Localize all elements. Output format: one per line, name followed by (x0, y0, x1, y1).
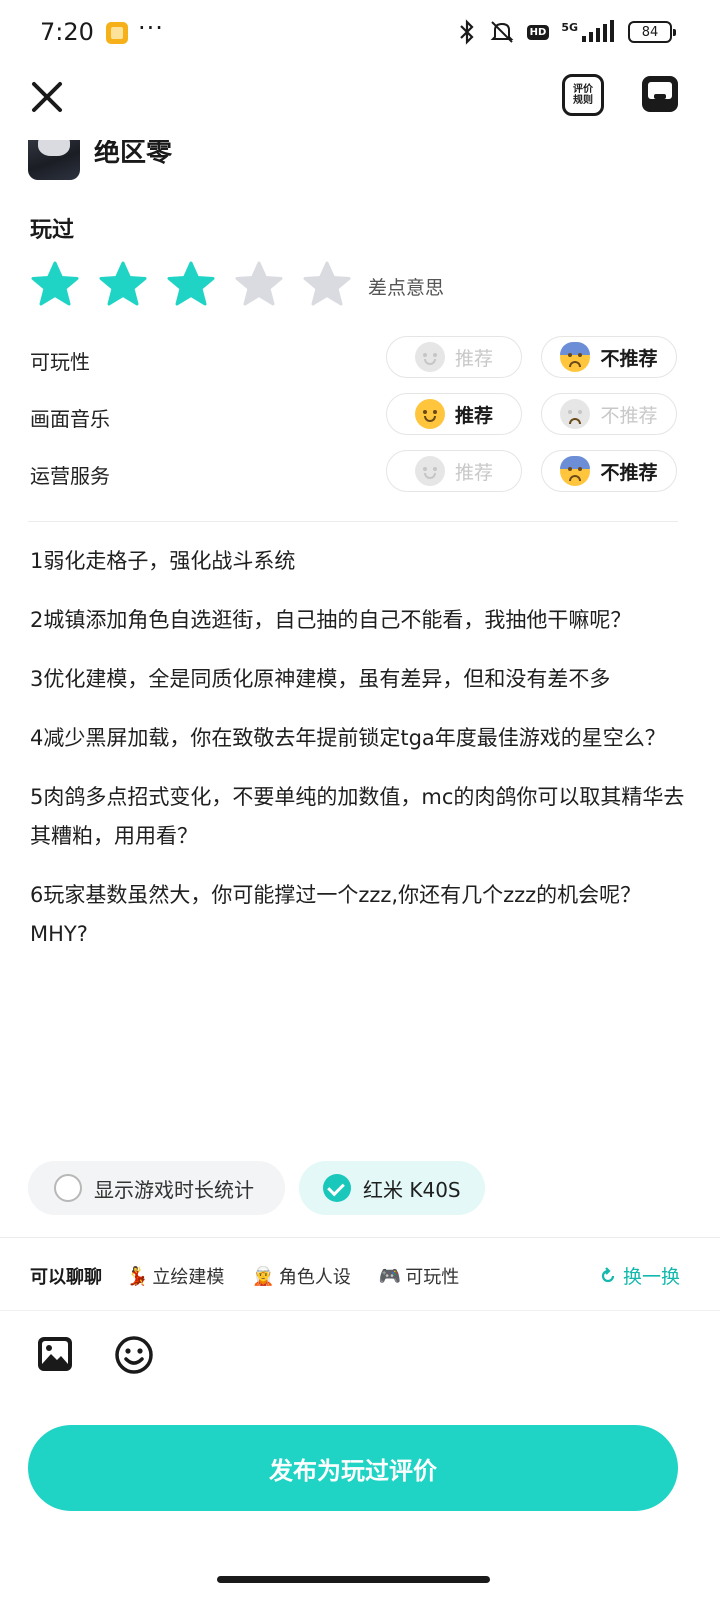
not-recommend-chip[interactable]: 不推荐 (541, 450, 677, 492)
not-recommend-label: 不推荐 (600, 461, 658, 484)
game-name: 绝区零 (94, 140, 173, 168)
mute-icon (489, 19, 515, 45)
review-paragraph: 5肉鸽多点招式变化，不要单纯的加数值，mc的肉鸽你可以取其精华去其糟粕，用用看？ (30, 785, 685, 848)
recommend-label: 推荐 (454, 404, 493, 427)
topic-label: 立绘建模 (152, 1267, 225, 1288)
recommend-chip[interactable]: 推荐 (386, 393, 522, 435)
gamepad-icon: 🎮 (378, 1265, 402, 1287)
refresh-icon (601, 1266, 615, 1282)
not-recommend-chip[interactable]: 不推荐 (541, 336, 677, 378)
smiling-face-icon (414, 399, 445, 429)
recommend-label: 推荐 (454, 461, 493, 484)
game-info: 绝区零 (28, 140, 688, 182)
review-paragraph: 6玩家基数虽然大，你可能撑过一个zzz,你还有几个zzz的机会呢？MHY? (30, 883, 642, 946)
topic-chip-playability[interactable]: 🎮 可玩性 (379, 1263, 459, 1289)
anxious-face-icon (560, 456, 591, 486)
home-indicator[interactable] (217, 1576, 490, 1583)
aspect-row-graphics-music: 画面音乐 推荐 不推荐 (0, 393, 720, 437)
radio-unchecked-icon (54, 1174, 82, 1202)
bluetooth-icon (457, 19, 477, 45)
neutral-face-icon (414, 456, 445, 486)
inbox-icon[interactable] (642, 76, 678, 112)
battery-indicator: 84 (628, 21, 676, 43)
aspect-label: 画面音乐 (30, 407, 110, 431)
review-rules-button[interactable]: 评价规则 (562, 74, 604, 116)
aspect-row-operations: 运营服务 推荐 不推荐 (0, 450, 720, 494)
show-playtime-label: 显示游戏时长统计 (94, 1177, 254, 1202)
star-filled-icon[interactable] (30, 260, 80, 310)
swap-topics-button[interactable]: 换一换 (599, 1262, 680, 1289)
close-icon (32, 82, 62, 112)
recommend-label: 推荐 (454, 347, 493, 370)
status-time: 7:20 (40, 18, 94, 46)
gallery-app-icon (106, 22, 128, 44)
image-icon[interactable] (36, 1335, 74, 1373)
star-empty-icon[interactable] (234, 260, 284, 310)
header: 评价规则 (0, 64, 720, 128)
dancer-icon: 💃 (126, 1265, 149, 1287)
aspect-label: 可玩性 (30, 350, 90, 374)
frowning-face-icon (560, 399, 591, 429)
review-paragraph: 3优化建模，全是同质化原神建模，虽有差异，但和没有差不多 (30, 667, 611, 691)
device-toggle[interactable]: 红米 K40S (299, 1161, 485, 1215)
more-dots: ··· (138, 14, 164, 42)
topic-suggestions: 可以聊聊 💃 立绘建模 🧝 角色人设 🎮 可玩性 换一换 (30, 1262, 680, 1290)
game-cover-image (28, 140, 80, 180)
topic-chip-art-modeling[interactable]: 💃 立绘建模 (126, 1263, 224, 1289)
topic-label: 可玩性 (405, 1267, 460, 1288)
close-button[interactable] (28, 78, 66, 116)
topic-label: 角色人设 (278, 1267, 351, 1288)
neutral-face-icon (414, 342, 445, 372)
status-bar: 7:20 ··· HD 5G 84 (0, 0, 720, 64)
topic-chip-character[interactable]: 🧝 角色人设 (252, 1263, 350, 1289)
not-recommend-label: 不推荐 (600, 347, 658, 370)
network-type: 5G (561, 20, 578, 34)
device-label: 红米 K40S (363, 1177, 461, 1202)
show-playtime-toggle[interactable]: 显示游戏时长统计 (28, 1161, 285, 1215)
review-text-area[interactable]: 1弱化走格子，强化战斗系统 2城镇添加角色自选逛街，自己抽的自己不能看，我抽他干… (30, 542, 685, 974)
aspect-row-playability: 可玩性 推荐 不推荐 (0, 336, 720, 380)
status-icons: HD 5G 84 (457, 18, 676, 46)
review-rules-label: 评价规则 (573, 84, 593, 106)
star-rating[interactable] (30, 260, 352, 310)
swap-label: 换一换 (622, 1266, 680, 1288)
emoji-icon[interactable] (114, 1335, 154, 1375)
played-status-label: 玩过 (30, 218, 75, 243)
person-icon: 🧝 (252, 1265, 275, 1287)
star-filled-icon[interactable] (166, 260, 216, 310)
anxious-face-icon (560, 342, 591, 372)
review-paragraph: 1弱化走格子，强化战斗系统 (30, 549, 296, 573)
rating-text: 差点意思 (368, 277, 445, 299)
not-recommend-label: 不推荐 (600, 404, 658, 427)
review-paragraph: 4减少黑屏加载，你在致敬去年提前锁定tga年度最佳游戏的星空么？ (30, 726, 666, 750)
divider (0, 1310, 720, 1311)
publish-review-button[interactable]: 发布为玩过评价 (28, 1425, 678, 1511)
review-paragraph: 2城镇添加角色自选逛街，自己抽的自己不能看，我抽他干嘛呢？ (30, 608, 632, 632)
star-empty-icon[interactable] (302, 260, 352, 310)
divider (0, 1237, 720, 1238)
check-circle-icon (323, 1174, 351, 1202)
recommend-chip[interactable]: 推荐 (386, 450, 522, 492)
hd-badge: HD (526, 24, 550, 40)
recommend-chip[interactable]: 推荐 (386, 336, 522, 378)
aspect-label: 运营服务 (30, 464, 110, 488)
topics-title: 可以聊聊 (30, 1267, 102, 1288)
not-recommend-chip[interactable]: 不推荐 (541, 393, 677, 435)
divider (28, 521, 678, 522)
signal-icon (582, 20, 616, 44)
star-filled-icon[interactable] (98, 260, 148, 310)
